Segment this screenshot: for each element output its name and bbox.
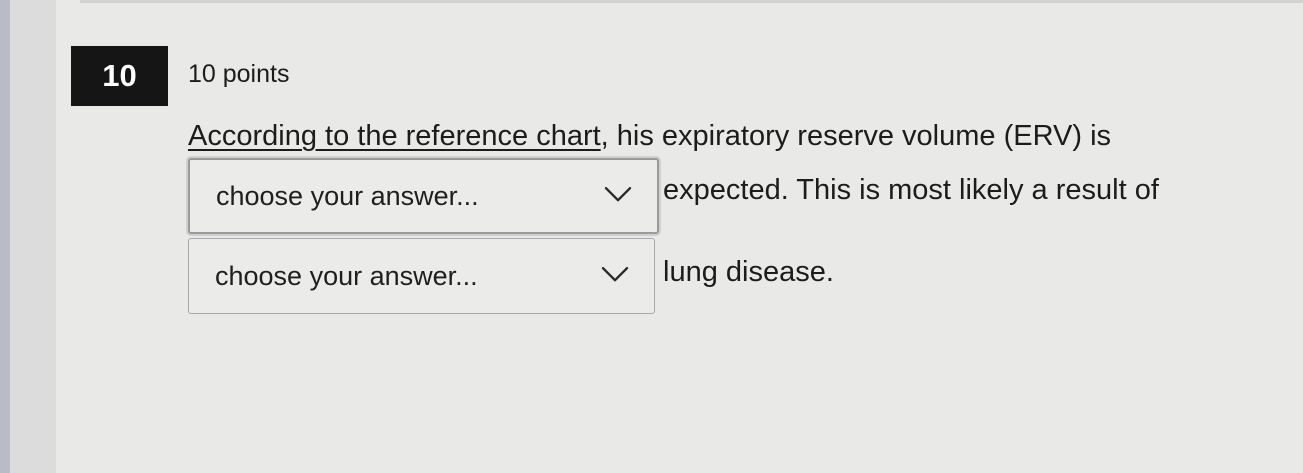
left-frame-gutter — [10, 0, 56, 473]
dropdown-selected-value: choose your answer... — [216, 180, 479, 211]
question-text-line-2: expected. This is most likely a result o… — [663, 174, 1159, 206]
dropdown-selected-value: choose your answer... — [215, 260, 478, 291]
question-number: 10 — [71, 46, 168, 106]
question-text-line-1: According to the reference chart, his ex… — [188, 120, 1111, 153]
question-points: 10 points — [188, 60, 290, 88]
left-frame-edge — [0, 0, 10, 473]
divider — [80, 0, 1303, 3]
reference-chart-link[interactable]: According to the reference chart — [188, 120, 601, 152]
chevron-down-icon — [601, 267, 629, 282]
chevron-down-icon — [604, 186, 632, 202]
answer-dropdown-2[interactable]: choose your answer... — [188, 238, 655, 314]
question-text-line-3: lung disease. — [663, 256, 834, 288]
question-text-rest: , his expiratory reserve volume (ERV) is — [600, 120, 1112, 152]
answer-dropdown-1[interactable]: choose your answer... — [188, 158, 659, 234]
